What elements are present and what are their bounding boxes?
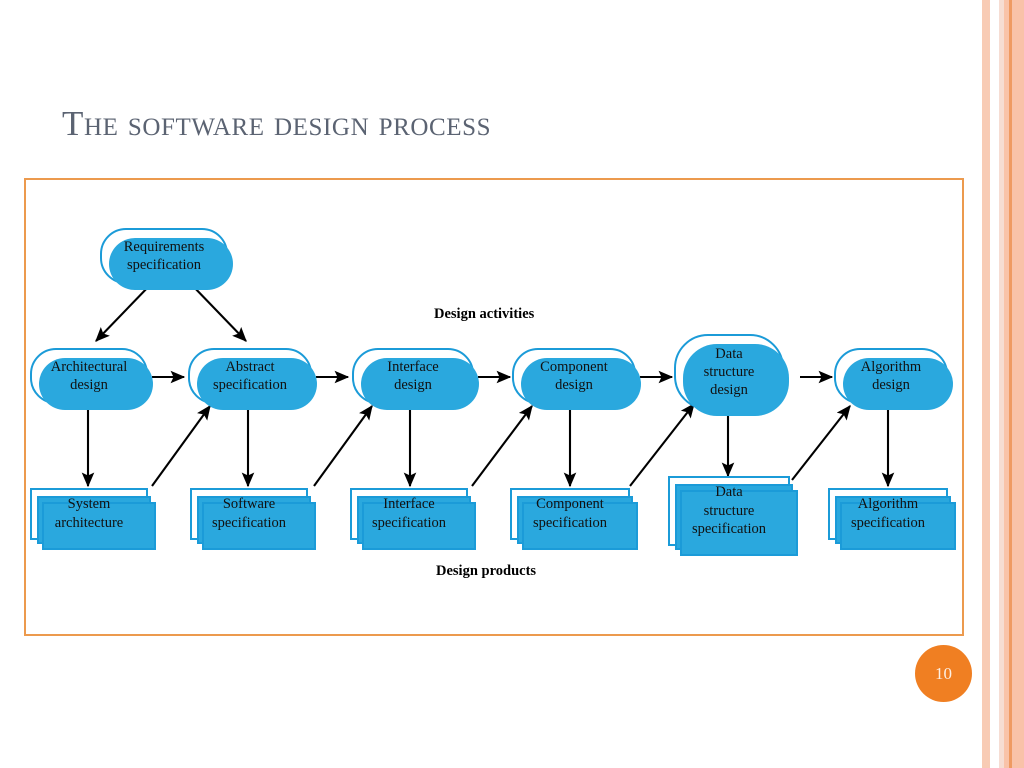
node-line-2: design xyxy=(394,377,432,393)
right-edge-decoration xyxy=(976,0,1024,768)
node-interface-specification[interactable]: Interface specification xyxy=(350,488,476,550)
node-line-1: Interface xyxy=(387,358,439,375)
node-line-1: Algorithm xyxy=(857,496,919,513)
caption-design-activities: Design activities xyxy=(434,306,535,322)
node-line-2: design xyxy=(555,377,593,393)
node-line-2: architecture xyxy=(54,515,124,531)
node-system-architecture[interactable]: System architecture xyxy=(30,488,156,550)
caption-design-products: Design products xyxy=(436,563,537,579)
node-line-1: Data xyxy=(715,483,743,500)
node-data-structure-design[interactable]: Data structure design xyxy=(674,334,789,416)
node-line-1: Software xyxy=(222,496,276,513)
node-component-design[interactable]: Component design xyxy=(512,348,641,410)
node-line-1: Algorithm xyxy=(860,358,922,375)
node-architectural-design[interactable]: Architectural design xyxy=(30,348,153,410)
node-line-2: design xyxy=(872,377,910,393)
page-title: The software design process xyxy=(62,104,492,143)
node-line-2: specification xyxy=(371,515,447,531)
node-interface-design[interactable]: Interface design xyxy=(352,348,479,410)
decoration-stripe xyxy=(982,0,990,768)
node-line-1: Data xyxy=(715,345,743,362)
decoration-stripe xyxy=(990,0,999,768)
node-line-2: specification xyxy=(850,515,926,531)
node-line-1: System xyxy=(67,496,111,513)
node-line-2: design xyxy=(70,377,108,393)
node-line-1: Architectural xyxy=(50,358,128,375)
node-requirements-specification[interactable]: Requirements specification xyxy=(100,228,233,290)
node-line-1: Component xyxy=(540,358,608,375)
node-line-2: structure xyxy=(703,363,755,380)
decoration-stripe xyxy=(1012,0,1024,768)
node-line-1: Requirements xyxy=(123,238,205,255)
node-line-2: specification xyxy=(126,257,202,273)
node-algorithm-design[interactable]: Algorithm design xyxy=(834,348,953,410)
node-line-1: Interface xyxy=(383,496,435,513)
node-line-2: structure xyxy=(703,502,755,519)
node-abstract-specification[interactable]: Abstract specification xyxy=(188,348,317,410)
node-line-1: Abstract xyxy=(225,358,275,375)
node-line-2: specification xyxy=(212,377,288,393)
page-number-text: 10 xyxy=(935,663,952,683)
node-line-3: design xyxy=(710,382,748,399)
node-component-specification[interactable]: Component specification xyxy=(510,488,638,550)
node-data-structure-specification[interactable]: Data structure specification xyxy=(668,476,798,556)
node-line-1: Component xyxy=(536,496,604,513)
node-software-specification[interactable]: Software specification xyxy=(190,488,316,550)
node-line-2: specification xyxy=(211,515,287,531)
node-line-3: specification xyxy=(691,521,767,538)
node-line-2: specification xyxy=(532,515,608,531)
page-number-badge: 10 xyxy=(915,645,972,702)
node-algorithm-specification[interactable]: Algorithm specification xyxy=(828,488,956,550)
